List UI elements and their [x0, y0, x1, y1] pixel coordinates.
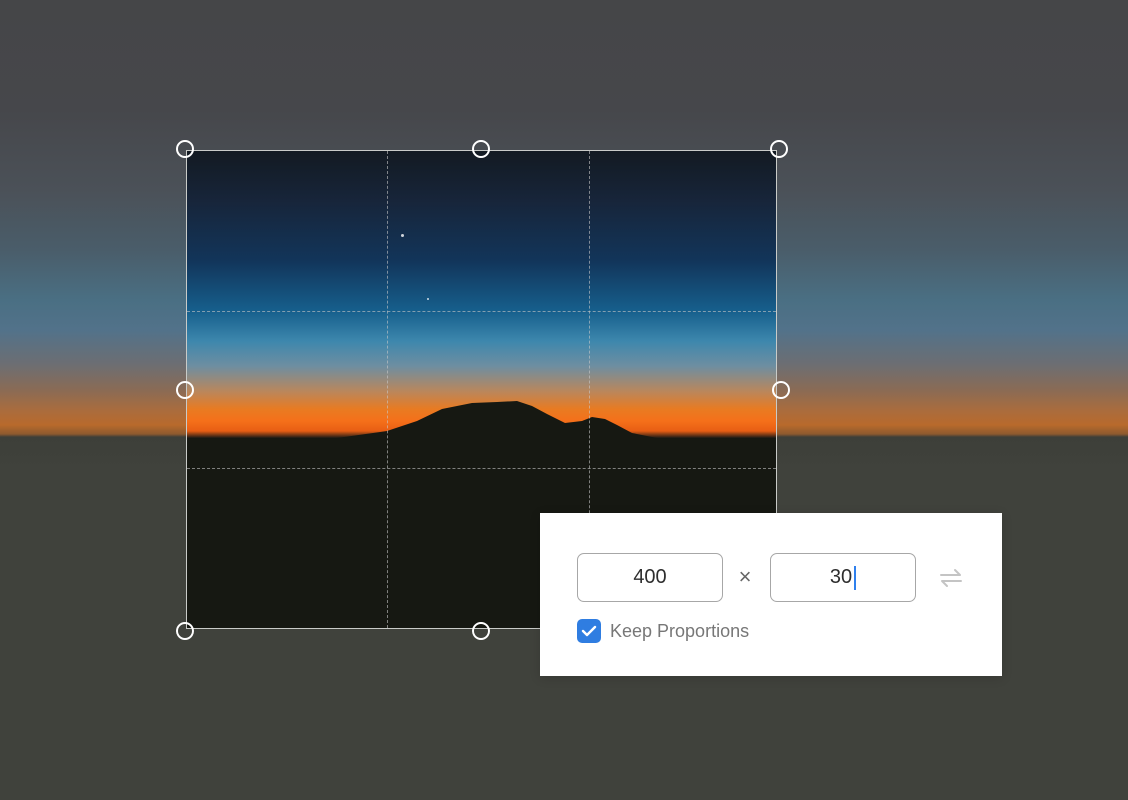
crop-handle-top-right[interactable]: [770, 140, 788, 158]
height-input[interactable]: 30: [770, 553, 916, 602]
crop-handle-top-center[interactable]: [472, 140, 490, 158]
text-caret: [854, 565, 857, 590]
height-value: 30: [829, 566, 853, 588]
swap-arrows-icon[interactable]: [938, 566, 964, 590]
crop-handle-middle-left[interactable]: [176, 381, 194, 399]
star: [401, 234, 404, 237]
keep-proportions-label[interactable]: Keep Proportions: [610, 621, 749, 642]
grid-line-horizontal: [187, 468, 776, 469]
crop-handle-bottom-center[interactable]: [472, 622, 490, 640]
resize-dialog: 400 × 30 Keep Proportions: [540, 513, 1002, 676]
times-symbol: ×: [738, 564, 752, 589]
grid-line-horizontal: [187, 311, 776, 312]
crop-handle-bottom-left[interactable]: [176, 622, 194, 640]
crop-handle-middle-right[interactable]: [772, 381, 790, 399]
width-input[interactable]: 400: [577, 553, 723, 602]
width-value: 400: [633, 566, 667, 588]
crop-handle-top-left[interactable]: [176, 140, 194, 158]
grid-line-vertical: [387, 151, 388, 628]
checkmark-icon: [581, 625, 597, 637]
star: [427, 298, 429, 300]
keep-proportions-checkbox[interactable]: [577, 619, 601, 643]
